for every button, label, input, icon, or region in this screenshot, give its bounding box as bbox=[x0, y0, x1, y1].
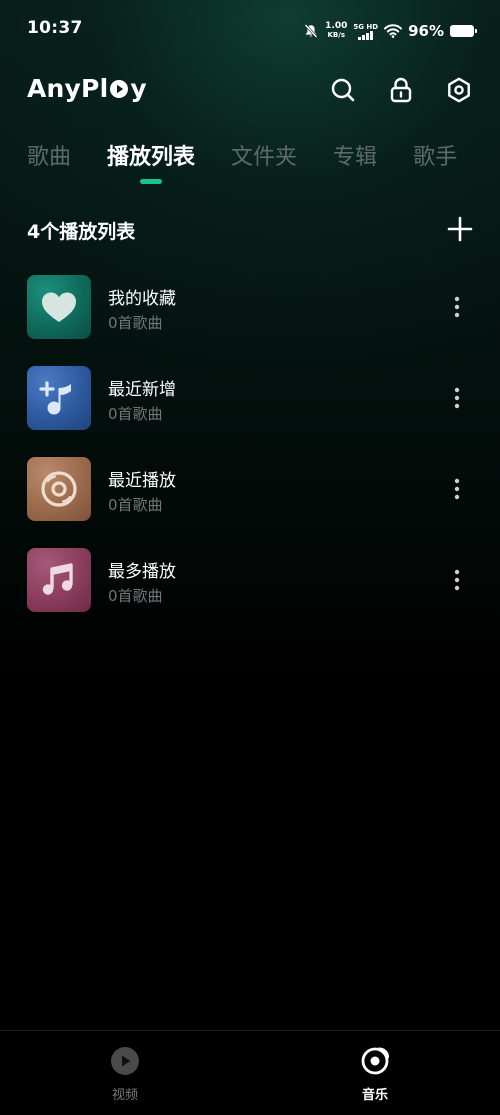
playlist-item-most-played[interactable]: 最多播放 0首歌曲 bbox=[27, 548, 473, 612]
tab-albums[interactable]: 专辑 bbox=[333, 140, 377, 176]
signal-icon bbox=[357, 30, 373, 40]
tab-artists[interactable]: 歌手 bbox=[413, 140, 457, 176]
network-type: 5G HD bbox=[353, 23, 378, 40]
app-logo-text-end: y bbox=[130, 74, 147, 103]
playlist-title: 最近新增 bbox=[108, 380, 176, 400]
logo-play-icon bbox=[110, 79, 129, 98]
video-play-icon bbox=[111, 1047, 139, 1075]
playlist-song-count: 0首歌曲 bbox=[108, 314, 163, 332]
search-icon[interactable] bbox=[329, 76, 357, 104]
network-speed-unit: KB/s bbox=[327, 31, 345, 39]
screen: 10:37 1.00 KB/s 5G HD 96% AnyPl y 歌曲 播放列… bbox=[0, 0, 500, 1115]
music-add-icon bbox=[39, 381, 71, 415]
playlist-title: 最多播放 bbox=[108, 562, 176, 582]
battery-percent: 96% bbox=[408, 22, 444, 40]
nav-video-label: 视频 bbox=[111, 1088, 138, 1103]
playlist-item-recently-played[interactable]: 最近播放 0首歌曲 bbox=[27, 457, 473, 521]
app-header: AnyPl y bbox=[0, 68, 500, 112]
tab-folders[interactable]: 文件夹 bbox=[231, 140, 297, 176]
tab-songs[interactable]: 歌曲 bbox=[27, 140, 71, 176]
playlist-item-recently-added[interactable]: 最近新增 0首歌曲 bbox=[27, 366, 473, 430]
playlist-list: 我的收藏 0首歌曲 最近新增 0首歌曲 最近播放 0首歌曲 最多播放 0首歌曲 bbox=[27, 275, 473, 639]
heart-icon bbox=[42, 292, 76, 322]
playlist-cover bbox=[27, 548, 91, 612]
tab-playlists[interactable]: 播放列表 bbox=[107, 140, 196, 184]
more-options-icon[interactable] bbox=[447, 477, 467, 501]
music-disc-icon bbox=[361, 1047, 389, 1075]
more-options-icon[interactable] bbox=[447, 568, 467, 592]
status-indicators: 1.00 KB/s 5G HD 96% bbox=[303, 19, 477, 43]
mute-notification-icon bbox=[304, 24, 318, 38]
playlist-cover bbox=[27, 457, 91, 521]
more-options-icon[interactable] bbox=[447, 386, 467, 410]
category-tabs: 歌曲 播放列表 文件夹 专辑 歌手 bbox=[27, 140, 457, 184]
status-time: 10:37 bbox=[27, 18, 83, 38]
app-logo: AnyPl y bbox=[27, 74, 147, 103]
playlist-title: 最近播放 bbox=[108, 471, 176, 491]
nav-video[interactable]: 视频 bbox=[95, 1046, 155, 1103]
bottom-navigation: 视频 音乐 bbox=[0, 1030, 500, 1115]
music-note-icon bbox=[42, 563, 73, 595]
nav-music-label: 音乐 bbox=[361, 1088, 388, 1103]
tab-playlists-label: 播放列表 bbox=[107, 145, 196, 170]
status-bar: 10:37 1.00 KB/s 5G HD 96% bbox=[0, 0, 500, 60]
lock-icon[interactable] bbox=[387, 76, 415, 104]
wifi-icon bbox=[384, 24, 403, 38]
playlist-title: 我的收藏 bbox=[108, 289, 176, 309]
active-tab-indicator bbox=[140, 179, 163, 184]
add-playlist-button[interactable] bbox=[446, 215, 474, 243]
nav-music[interactable]: 音乐 bbox=[345, 1046, 405, 1103]
playlist-song-count: 0首歌曲 bbox=[108, 496, 163, 514]
more-options-icon[interactable] bbox=[447, 295, 467, 319]
playlist-song-count: 0首歌曲 bbox=[108, 587, 163, 605]
disc-icon bbox=[41, 471, 77, 507]
playlist-count-title: 4个播放列表 bbox=[27, 221, 136, 243]
battery-icon bbox=[450, 25, 477, 37]
playlist-cover bbox=[27, 275, 91, 339]
playlist-cover bbox=[27, 366, 91, 430]
network-speed: 1.00 KB/s bbox=[325, 22, 347, 40]
network-type-label: 5G HD bbox=[353, 22, 379, 31]
settings-icon[interactable] bbox=[445, 76, 473, 104]
app-logo-text: AnyPl bbox=[27, 74, 109, 103]
playlist-item-favorites[interactable]: 我的收藏 0首歌曲 bbox=[27, 275, 473, 339]
network-speed-value: 1.00 bbox=[325, 21, 348, 31]
playlist-song-count: 0首歌曲 bbox=[108, 405, 163, 423]
